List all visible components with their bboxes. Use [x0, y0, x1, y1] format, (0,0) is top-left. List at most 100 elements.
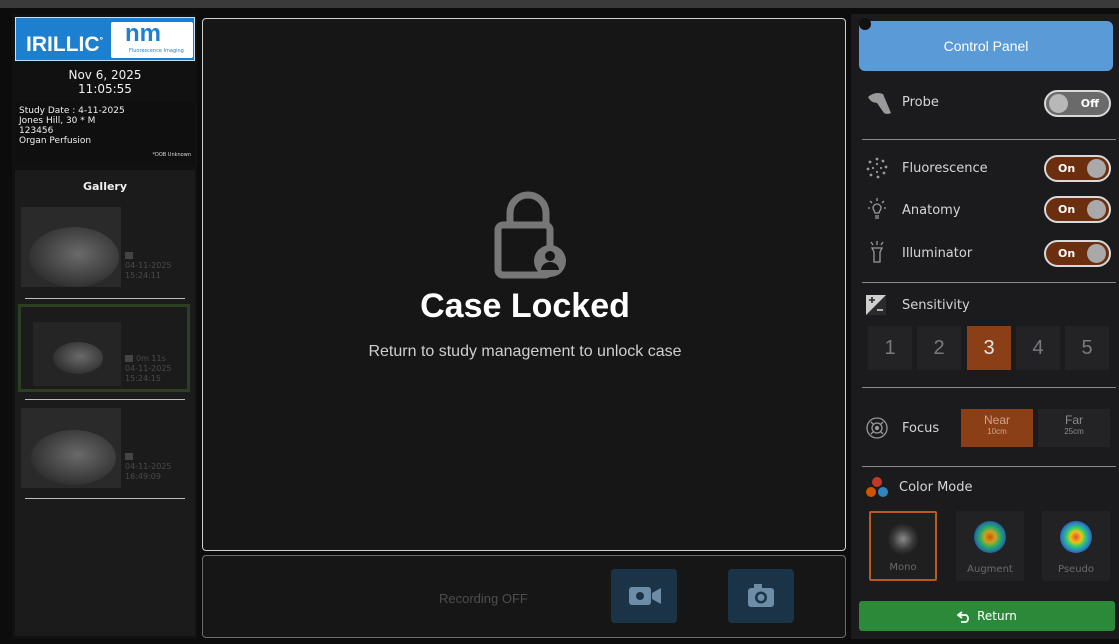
- nm-logo-text: nm: [125, 20, 161, 47]
- gallery-item-time: 15:24:15: [125, 374, 161, 383]
- focus-far-label: Far: [1065, 413, 1083, 427]
- illuminator-label: Illuminator: [902, 246, 973, 261]
- case-locked-subtitle: Return to study management to unlock cas…: [368, 343, 682, 360]
- color-mode-augment-label: Augment: [967, 564, 1013, 575]
- divider: [862, 282, 1116, 283]
- gallery-title: Gallery: [82, 180, 128, 193]
- probe-icon: [868, 93, 891, 114]
- study-type: Organ Perfusion: [19, 136, 92, 146]
- recording-bar: Recording OFF: [202, 555, 846, 638]
- gallery-item-meta: 04-11-2025 16:49:09: [125, 452, 172, 482]
- anatomy-toggle[interactable]: On: [1044, 196, 1111, 223]
- probe-toggle-state: Off: [1080, 97, 1099, 110]
- gallery-divider: [25, 298, 185, 299]
- fluorescence-toggle-state: On: [1058, 162, 1076, 175]
- patient-name: Jones Hill, 30 * M: [19, 116, 96, 126]
- gallery-item-time: 16:49:09: [125, 472, 161, 481]
- color-mode-mono-label: Mono: [889, 562, 917, 573]
- gallery-thumbnail[interactable]: [21, 207, 121, 287]
- divider: [862, 466, 1116, 467]
- flashlight-icon: [870, 241, 884, 263]
- anatomy-toggle-state: On: [1058, 203, 1076, 216]
- focus-far-distance: 25cm: [1064, 427, 1084, 436]
- case-locked-title: Case Locked: [420, 287, 630, 325]
- focus-label: Focus: [902, 421, 940, 436]
- gallery-thumbnail[interactable]: [21, 408, 121, 488]
- focus-near-button[interactable]: Near 10cm: [961, 409, 1033, 447]
- color-mode-label: Color Mode: [899, 480, 973, 495]
- gallery-divider: [25, 399, 185, 400]
- augment-swatch: [974, 521, 1006, 553]
- return-label: Return: [977, 609, 1017, 623]
- probe-label: Probe: [902, 95, 939, 110]
- nm-logo-subtitle: Fluorescence Imaging: [129, 48, 184, 54]
- return-button[interactable]: Return: [859, 601, 1115, 631]
- color-mode-augment-button[interactable]: Augment: [956, 511, 1024, 581]
- control-panel-button[interactable]: Control Panel: [859, 21, 1113, 71]
- gallery-item-meta: 0m 11s 04-11-2025 15:24:15: [125, 354, 172, 384]
- mono-swatch: [887, 523, 919, 555]
- color-mode-pseudo-label: Pseudo: [1057, 564, 1095, 575]
- gallery-item-date: 04-11-2025: [125, 364, 172, 373]
- current-time: 11:05:55: [78, 82, 132, 96]
- control-panel-title: Control Panel: [943, 38, 1029, 54]
- nm-logo: nm Fluorescence Imaging: [111, 20, 193, 58]
- divider: [862, 139, 1116, 140]
- current-date: Nov 6, 2025: [68, 68, 142, 82]
- gallery-divider: [25, 498, 185, 499]
- return-icon: [956, 610, 970, 623]
- recording-status: Recording OFF: [439, 591, 528, 606]
- focus-near-label: Near: [983, 413, 1010, 427]
- color-mode-pseudo-button[interactable]: Pseudo: [1042, 511, 1110, 581]
- illuminator-toggle[interactable]: On: [1044, 240, 1111, 267]
- focus-far-button[interactable]: Far 25cm: [1038, 409, 1110, 447]
- illuminator-toggle-state: On: [1058, 247, 1076, 260]
- viewer-panel: Case Locked Return to study management t…: [202, 18, 846, 551]
- gallery-panel: Gallery 04-11-2025 15:24:11 0m 11s 04-11…: [15, 170, 195, 636]
- control-panel: Control Panel Probe Off Fluorescence On …: [851, 14, 1119, 639]
- video-icon: [125, 355, 133, 362]
- lock-icon: [494, 191, 566, 279]
- brand-logo: IRILLIC° nm Fluorescence Imaging: [15, 17, 195, 61]
- sensitivity-level-2[interactable]: 2: [917, 326, 961, 370]
- sensitivity-label: Sensitivity: [902, 298, 970, 313]
- left-panel: IRILLIC° nm Fluorescence Imaging Nov 6, …: [12, 14, 197, 639]
- sensitivity-level-3[interactable]: 3: [967, 326, 1011, 370]
- fluorescence-icon: [866, 157, 888, 179]
- record-video-button[interactable]: [611, 569, 677, 623]
- study-date: Study Date : 4-11-2025: [19, 106, 125, 116]
- video-camera-icon: [629, 587, 661, 605]
- gallery-item-time: 15:24:11: [125, 271, 161, 280]
- gallery-item-duration: 0m 11s: [136, 354, 166, 363]
- fluorescence-label: Fluorescence: [902, 161, 988, 176]
- fluorescence-toggle[interactable]: On: [1044, 155, 1111, 182]
- gallery-item-date: 04-11-2025: [125, 462, 172, 471]
- sensitivity-level-4[interactable]: 4: [1016, 326, 1060, 370]
- gallery-item-meta: 04-11-2025 15:24:11: [125, 251, 172, 281]
- irillic-logo-text: IRILLIC: [26, 33, 100, 56]
- focus-icon: [866, 417, 888, 439]
- probe-toggle[interactable]: Off: [1044, 90, 1111, 117]
- dob-note: *DOB Unknown: [152, 152, 191, 158]
- camera-icon: [748, 584, 774, 607]
- patient-id: 123456: [19, 126, 54, 136]
- capture-photo-button[interactable]: [728, 569, 794, 623]
- study-info: Study Date : 4-11-2025 Jones Hill, 30 * …: [15, 102, 195, 164]
- gallery-item-date: 04-11-2025: [125, 261, 172, 270]
- indicator-dot: [859, 18, 871, 30]
- lightbulb-icon: [868, 198, 886, 219]
- color-mode-mono-button[interactable]: Mono: [869, 511, 937, 581]
- clock: Nov 6, 2025 11:05:55: [15, 66, 195, 100]
- exposure-icon: [866, 295, 886, 315]
- sensitivity-level-1[interactable]: 1: [868, 326, 912, 370]
- pseudo-swatch: [1060, 521, 1092, 553]
- focus-near-distance: 10cm: [987, 427, 1007, 436]
- anatomy-label: Anatomy: [902, 203, 961, 218]
- divider: [862, 387, 1116, 388]
- gallery-thumbnail[interactable]: [33, 322, 121, 386]
- sensitivity-level-5[interactable]: 5: [1065, 326, 1109, 370]
- image-icon: [125, 252, 133, 259]
- irillic-logo: IRILLIC°: [26, 33, 104, 56]
- top-status-strip: [0, 0, 1119, 8]
- image-icon: [125, 453, 133, 460]
